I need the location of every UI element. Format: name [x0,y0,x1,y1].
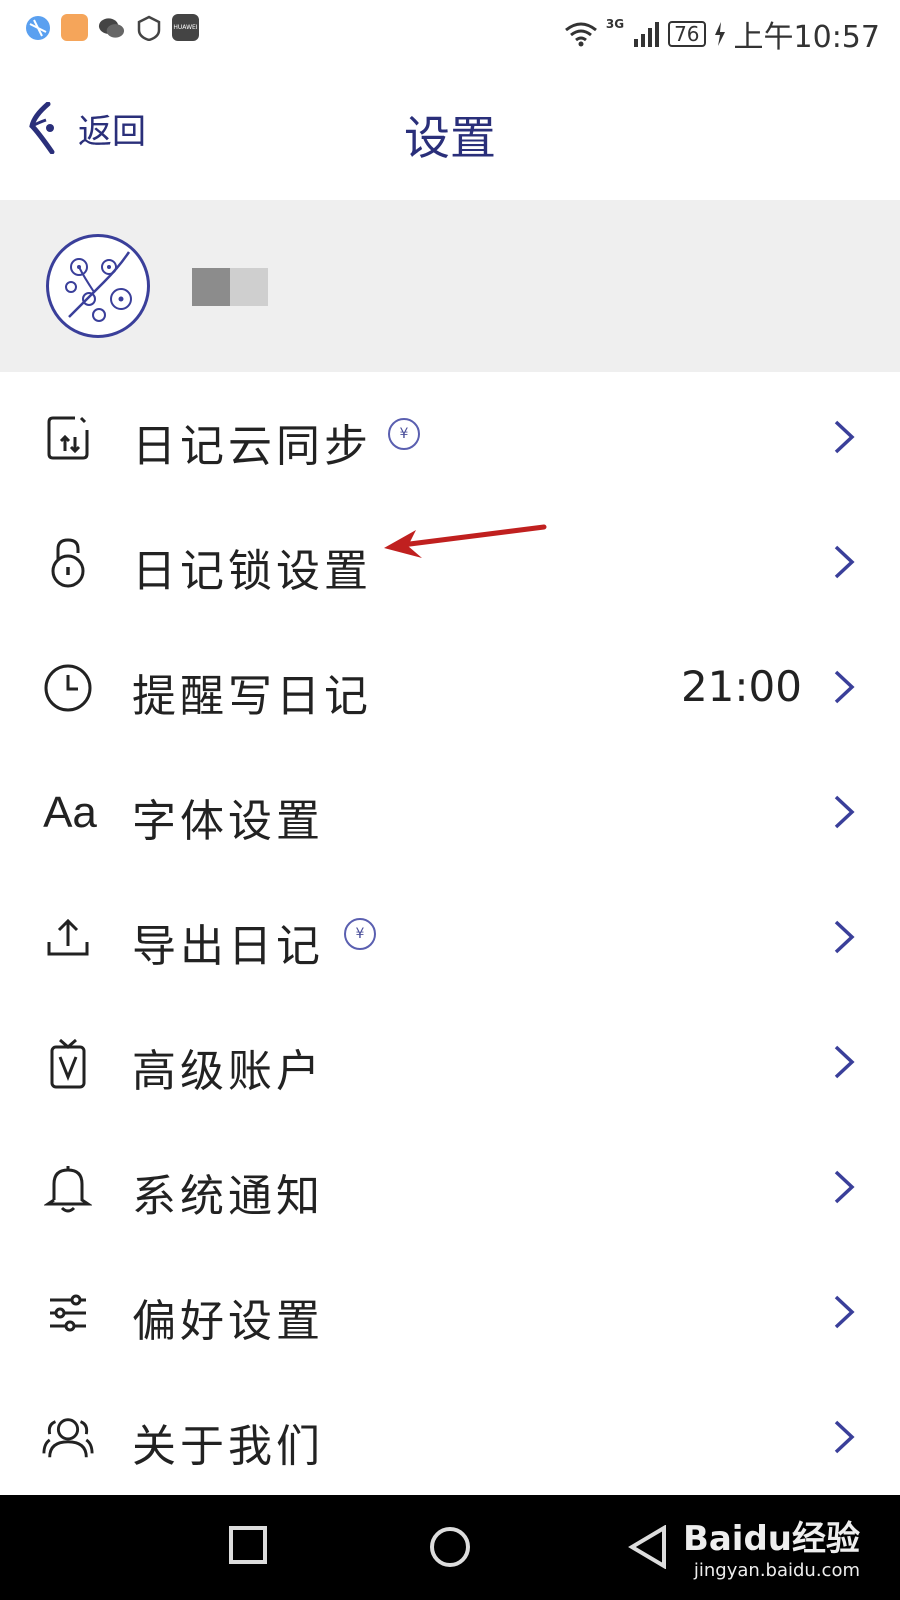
plum-blossom-avatar-icon [65,251,132,322]
font-icon: Aa [43,788,97,837]
menu-item-about[interactable]: 关于我们 [0,1374,900,1499]
username-blurred [192,268,268,306]
profile-section[interactable] [0,200,900,372]
menu-item-reminder[interactable]: 提醒写日记 21:00 [0,624,900,749]
clock-icon [42,662,94,714]
watermark-brand: Baidu经验 [682,1519,860,1559]
huawei-store-icon: HUAWEI [172,14,199,41]
username-block-dark [192,268,230,306]
circle-icon [430,1527,470,1567]
signal-icon [634,22,660,47]
battery-level: 76 [668,21,706,47]
top-header: 返回 设置 [0,64,900,200]
menu-label-notification: 系统通知 [132,1171,324,1222]
menu-item-cloud-sync[interactable]: 日记云同步 ¥ [0,374,900,499]
menu-label-export: 导出日记 [132,921,324,972]
recent-apps-button[interactable] [228,1525,268,1569]
vip-badge-icon: ¥ [388,418,420,450]
baidu-watermark: Baidu经验 jingyan.baidu.com [683,1511,860,1581]
menu-label-reminder: 提醒写日记 [132,671,372,722]
menu-label-font: 字体设置 [132,796,324,847]
chevron-right-icon [834,1295,855,1329]
page-title: 设置 [404,111,496,165]
home-button[interactable] [428,1525,472,1573]
username-block-light [230,268,268,306]
bell-icon [42,1162,94,1214]
chevron-right-icon [834,670,855,704]
reminder-time-value: 21:00 [680,662,802,711]
lock-icon [42,537,94,589]
menu-label-cloud-sync: 日记云同步 [132,421,372,472]
triangle-back-icon [628,1524,666,1570]
charging-icon [714,22,725,46]
status-bar: HUAWEI 3G 76 上午10:57 [0,0,900,64]
wifi-icon [564,22,597,47]
chevron-right-icon [834,545,855,579]
square-icon [229,1526,267,1564]
shield-app-icon [135,14,162,41]
notes-app-icon [61,14,88,41]
system-nav-bar: Baidu经验 jingyan.baidu.com [0,1495,900,1600]
chevron-right-icon [834,1170,855,1204]
red-annotation-arrow [384,524,547,558]
browser-icon [24,14,51,41]
chevron-right-icon [834,420,855,454]
chevron-right-icon [834,795,855,829]
export-icon [42,912,94,964]
sliders-icon [42,1287,94,1339]
notification-icons: HUAWEI [24,14,199,41]
menu-label-premium: 高级账户 [132,1046,324,1097]
users-icon [42,1412,94,1464]
menu-label-diary-lock: 日记锁设置 [132,546,372,597]
chevron-right-icon [834,920,855,954]
system-status: 3G 76 上午10:57 [564,12,880,56]
vip-tag-icon [42,1037,94,1089]
menu-label-about: 关于我们 [132,1421,324,1472]
back-nav-button[interactable] [628,1524,668,1573]
wechat-icon [98,14,125,41]
cloud-sync-icon [42,412,94,464]
menu-item-font[interactable]: Aa 字体设置 [0,749,900,874]
menu-label-preferences: 偏好设置 [132,1296,324,1347]
menu-item-preferences[interactable]: 偏好设置 [0,1249,900,1374]
menu-item-export[interactable]: 导出日记 ¥ [0,874,900,999]
network-type: 3G [605,17,625,31]
status-time: 上午10:57 [733,20,880,55]
avatar[interactable] [46,234,150,338]
chevron-right-icon [834,1045,855,1079]
menu-item-premium[interactable]: 高级账户 [0,999,900,1124]
vip-badge-icon: ¥ [344,918,376,950]
huawei-label: HUAWEI [173,24,198,31]
watermark-url: jingyan.baidu.com [693,1560,860,1581]
menu-item-notification[interactable]: 系统通知 [0,1124,900,1249]
chevron-right-icon [834,1420,855,1454]
